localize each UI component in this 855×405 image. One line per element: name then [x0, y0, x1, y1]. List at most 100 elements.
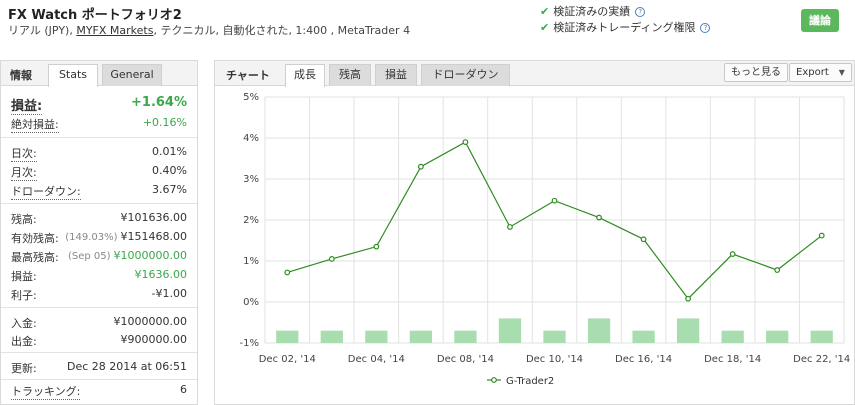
verified-track-record: ✔ 検証済みの実績?	[540, 3, 646, 19]
deposits-value: ¥1000000.00	[113, 315, 187, 328]
data-point	[417, 163, 424, 170]
updated-label: 更新:	[11, 362, 37, 375]
stat-absolute-gain: 絶対損益: +0.16%	[11, 116, 187, 133]
broker-link[interactable]: MYFX Markets	[76, 24, 153, 37]
balance-value: ¥101636.00	[120, 211, 187, 224]
data-point	[284, 269, 291, 276]
tracking-value: 6	[180, 383, 187, 396]
info-tabs: 情報 Stats General	[1, 61, 197, 87]
x-tick-label: Dec 22, '14	[793, 354, 850, 365]
stat-balance: 残高: ¥101636.00	[11, 211, 187, 227]
stat-profit: 損益: ¥1636.00	[11, 268, 187, 284]
divider	[1, 307, 197, 308]
account-title: FX Watch ポートフォリオ2	[8, 8, 182, 23]
x-tick-label: Dec 04, '14	[348, 354, 405, 365]
check-icon: ✔	[540, 5, 550, 18]
absolute-gain-label[interactable]: 絶対損益:	[11, 116, 59, 133]
help-icon[interactable]: ?	[635, 7, 646, 17]
data-point	[462, 139, 469, 145]
bar	[365, 330, 388, 343]
x-tick-label: Dec 16, '14	[615, 354, 672, 365]
info-panel: 情報 Stats General 損益: +1.64% 絶対損益: +0.16%…	[0, 60, 198, 405]
y-tick-label: 1%	[243, 256, 259, 267]
tab-drawdown[interactable]: ドローダウン	[421, 64, 510, 86]
y-tick-label: 5%	[243, 92, 259, 103]
interest-label: 利子:	[11, 289, 37, 302]
bar	[632, 330, 655, 343]
tab-stats[interactable]: Stats	[48, 64, 98, 87]
bar	[766, 330, 789, 343]
divider	[1, 379, 197, 380]
bar	[587, 318, 611, 343]
more-button[interactable]: もっと見る	[724, 63, 788, 82]
equity-label: 有効残高:	[11, 232, 59, 245]
verified-trading-label: 検証済みトレーディング権限	[553, 21, 696, 34]
data-point	[729, 251, 736, 257]
daily-label[interactable]: 日次:	[11, 145, 37, 162]
account-header: FX Watch ポートフォリオ2 リアル (JPY), MYFX Market…	[0, 0, 855, 50]
account-type: リアル (JPY),	[8, 24, 77, 37]
bar	[409, 330, 433, 343]
stat-updated: 更新: Dec 28 2014 at 06:51	[11, 360, 187, 376]
monthly-value: 0.40%	[152, 164, 187, 177]
bar	[543, 330, 566, 343]
stat-gain: 損益: +1.64%	[11, 95, 187, 115]
data-point	[507, 224, 513, 230]
data-point	[818, 232, 825, 239]
help-icon[interactable]: ?	[700, 23, 711, 33]
chevron-down-icon: ▼	[838, 68, 845, 77]
x-tick-label: Dec 18, '14	[704, 354, 761, 365]
chart-tabs: チャート 成長 残高 損益 ドローダウン もっと見る Export ▼	[215, 61, 854, 87]
bar	[454, 330, 477, 343]
bar	[676, 318, 700, 343]
bar	[721, 330, 744, 343]
export-label: Export	[796, 67, 829, 78]
x-tick-label: Dec 10, '14	[526, 354, 583, 365]
tab-growth[interactable]: 成長	[285, 64, 325, 87]
data-point	[596, 214, 602, 221]
divider	[1, 352, 197, 353]
gain-label[interactable]: 損益:	[11, 95, 43, 115]
tracking-label[interactable]: トラッキング:	[11, 383, 81, 400]
verified-track-label: 検証済みの実績	[553, 5, 631, 18]
stat-withdrawals: 出金: ¥900000.00	[11, 333, 187, 349]
chart-section-label: チャート	[226, 69, 270, 82]
absolute-gain-value: +0.16%	[142, 116, 187, 129]
growth-chart: -1% 0% 1% 2% 3% 4% 5% Dec 02, '14 Dec 04, '14 Dec…	[240, 92, 851, 387]
data-point	[774, 267, 781, 273]
tab-balance[interactable]: 残高	[329, 64, 371, 86]
highest-value: ¥1000000.00	[113, 249, 187, 262]
y-tick-label: -1%	[240, 338, 259, 349]
legend-marker	[491, 377, 497, 383]
divider	[1, 203, 197, 204]
stat-daily: 日次: 0.01%	[11, 145, 187, 162]
stat-equity: 有効残高: (149.03%) ¥151468.00	[11, 230, 187, 246]
y-tick-label: 2%	[243, 215, 259, 226]
discuss-button[interactable]: 議論	[801, 9, 839, 32]
account-subtitle: リアル (JPY), MYFX Markets, テクニカル, 自動化された, …	[8, 22, 410, 38]
tab-profit[interactable]: 損益	[375, 64, 417, 86]
info-section-label: 情報	[10, 69, 32, 82]
tab-general[interactable]: General	[102, 64, 162, 86]
check-icon: ✔	[540, 21, 550, 34]
stat-highest: 最高残高: (Sep 05) ¥1000000.00	[11, 249, 187, 265]
legend-label: G-Trader2	[506, 376, 554, 387]
equity-percent: (149.03%)	[65, 232, 118, 243]
drawdown-value: 3.67%	[152, 183, 187, 196]
gain-value: +1.64%	[131, 95, 187, 110]
balance-label: 残高:	[11, 213, 37, 226]
bar	[498, 318, 522, 343]
data-point	[328, 256, 335, 262]
drawdown-label[interactable]: ドローダウン:	[11, 183, 81, 200]
data-point	[551, 197, 558, 204]
monthly-label[interactable]: 月次:	[11, 164, 37, 181]
account-details: , テクニカル, 自動化された, 1:400 , MetaTrader 4	[153, 24, 411, 37]
chart-panel: チャート 成長 残高 損益 ドローダウン もっと見る Export ▼ -1% 0%…	[214, 60, 855, 405]
withdrawals-value: ¥900000.00	[120, 333, 187, 346]
export-button[interactable]: Export ▼	[789, 63, 852, 82]
stat-interest: 利子: -¥1.00	[11, 287, 187, 303]
x-tick-label: Dec 08, '14	[437, 354, 494, 365]
highest-date: (Sep 05)	[67, 251, 111, 262]
bar	[276, 330, 299, 343]
bar	[810, 330, 833, 343]
